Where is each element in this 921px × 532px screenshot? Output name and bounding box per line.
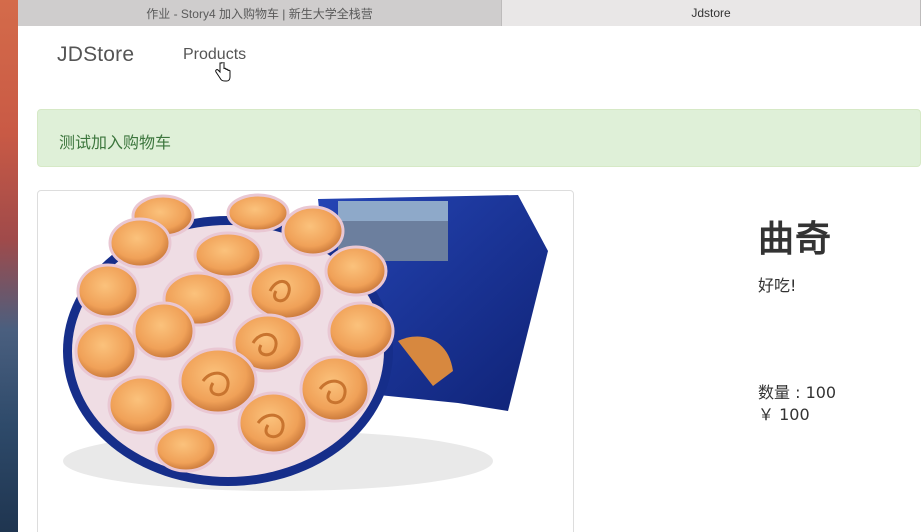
tab-title: 作业 - Story4 加入购物车 | 新生大学全栈营: [146, 6, 373, 21]
desktop-background: [0, 0, 18, 532]
product-quantity: 数量 : 100: [758, 383, 837, 402]
flash-success-alert: 测试加入购物车: [37, 109, 921, 167]
page: JDStore Products 测试加入购物车 曲奇 好吃! 数量: 100…: [18, 27, 921, 532]
product-info: 曲奇 好吃! 数量 : 100 ￥ 100: [758, 210, 836, 424]
browser-tab-homework[interactable]: 作业 - Story4 加入购物车 | 新生大学全栈营: [18, 0, 502, 26]
product-price: ￥ 100: [758, 405, 810, 424]
cookie-tin-image: [63, 193, 548, 491]
product-description: 好吃!: [758, 276, 797, 295]
tab-title: Jdstore: [691, 6, 731, 20]
browser-tab-bar: 作业 - Story4 加入购物车 | 新生大学全栈营 Jdstore: [18, 0, 921, 26]
browser-tab-jdstore[interactable]: Jdstore: [502, 0, 921, 26]
navbar: JDStore Products: [18, 27, 921, 87]
product-image-thumbnail: [37, 190, 574, 532]
product-title: 曲奇: [758, 219, 833, 260]
flash-message: 测试加入购物车: [59, 135, 172, 152]
hand-cursor-icon: [215, 62, 231, 82]
brand-link[interactable]: JDStore: [57, 43, 134, 67]
